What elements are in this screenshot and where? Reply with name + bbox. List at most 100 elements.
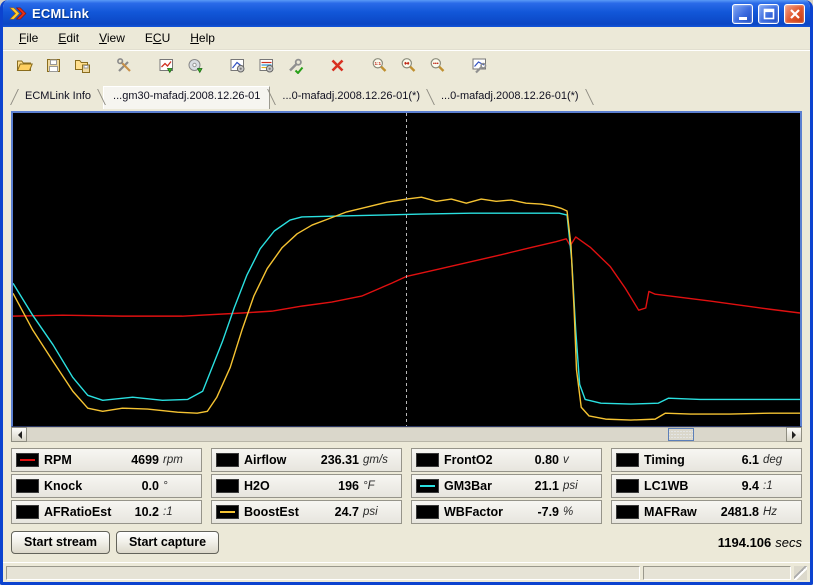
scroll-left-icon bbox=[14, 431, 22, 439]
maximize-button[interactable] bbox=[758, 4, 779, 24]
trace-swatch bbox=[416, 505, 439, 519]
zoom-actual-icon: 1:1 bbox=[371, 57, 388, 74]
apply-changes-button[interactable] bbox=[286, 55, 306, 75]
status-progress-panel bbox=[643, 566, 791, 580]
menu-help[interactable]: Help bbox=[180, 28, 225, 49]
tab-2[interactable]: ...0-mafadj.2008.12.26-01(*) bbox=[273, 86, 429, 107]
trace-swatch bbox=[216, 505, 239, 519]
gauge-unit: Hz bbox=[763, 506, 796, 518]
graph-config-button[interactable] bbox=[228, 55, 248, 75]
toolbar: 1:1 bbox=[3, 50, 810, 79]
minimize-icon bbox=[735, 6, 751, 22]
apply-changes-icon bbox=[287, 57, 304, 74]
gauge-label: FrontO2 bbox=[444, 453, 493, 467]
zoom-fit-button[interactable] bbox=[399, 55, 419, 75]
gauge-rpm[interactable]: RPM4699rpm bbox=[11, 448, 202, 472]
scrollbar-track[interactable] bbox=[27, 427, 786, 442]
menu-edit[interactable]: Edit bbox=[48, 28, 89, 49]
gauge-afratioest[interactable]: AFRatioEst10.2:1 bbox=[11, 500, 202, 524]
gauge-lc1wb[interactable]: LC1WB 9.4 :1 bbox=[611, 474, 802, 498]
gauge-unit: :1 bbox=[763, 480, 796, 492]
gauge-knock[interactable]: Knock0.0° bbox=[11, 474, 202, 498]
gauge-label: LC1WB bbox=[644, 479, 688, 493]
export-graph-icon bbox=[158, 57, 175, 74]
scroll-left-button[interactable] bbox=[11, 427, 27, 442]
display-config-icon bbox=[258, 57, 275, 74]
trace-swatch bbox=[616, 479, 639, 493]
elapsed-time-unit: secs bbox=[775, 535, 802, 550]
zoom-custom-icon bbox=[429, 57, 446, 74]
close-icon bbox=[787, 6, 803, 22]
scrollbar-thumb[interactable] bbox=[668, 428, 694, 441]
close-button[interactable] bbox=[784, 4, 805, 24]
gauge-timing[interactable]: Timing6.1deg bbox=[611, 448, 802, 472]
gauge-value: 10.2 bbox=[135, 505, 159, 519]
trace-swatch bbox=[616, 453, 639, 467]
gauge-value: 196 bbox=[338, 479, 359, 493]
title-bar[interactable]: ECMLink bbox=[3, 0, 810, 27]
trace-swatch bbox=[16, 505, 39, 519]
scroll-right-icon bbox=[792, 431, 800, 439]
window-title: ECMLink bbox=[32, 6, 89, 21]
gauge-value: 24.7 bbox=[335, 505, 359, 519]
open-icon bbox=[16, 57, 33, 74]
gauge-h2o[interactable]: H2O196°F bbox=[211, 474, 402, 498]
elapsed-time: 1194.106secs bbox=[718, 535, 802, 550]
menu-view[interactable]: View bbox=[89, 28, 135, 49]
start-stream-button[interactable]: Start stream bbox=[11, 531, 110, 554]
menu-file[interactable]: File bbox=[9, 28, 48, 49]
minimize-button[interactable] bbox=[732, 4, 753, 24]
chart-horizontal-scrollbar bbox=[11, 427, 802, 442]
gauge-mafraw[interactable]: MAFRaw2481.8Hz bbox=[611, 500, 802, 524]
gauge-gm3bar[interactable]: GM3Bar21.1psi bbox=[411, 474, 602, 498]
trace-swatch bbox=[216, 453, 239, 467]
gauge-value: 0.80 bbox=[535, 453, 559, 467]
zoom-custom-button[interactable] bbox=[428, 55, 448, 75]
start-capture-button[interactable]: Start capture bbox=[116, 531, 219, 554]
display-config-button[interactable] bbox=[257, 55, 277, 75]
delete-button[interactable] bbox=[328, 55, 348, 75]
gauge-value: 9.4 bbox=[742, 479, 759, 493]
graph-tools-button[interactable] bbox=[470, 55, 490, 75]
gauge-value: 236.31 bbox=[321, 453, 359, 467]
status-bar bbox=[3, 562, 810, 582]
gauge-unit: ° bbox=[163, 480, 196, 492]
gauge-unit: deg bbox=[763, 454, 796, 466]
save-log-button[interactable] bbox=[73, 55, 93, 75]
zoom-fit-icon bbox=[400, 57, 417, 74]
status-message-panel bbox=[6, 566, 640, 580]
tab-1-active[interactable]: ...gm30-mafadj.2008.12.26-01 bbox=[103, 86, 270, 109]
gauge-unit: v bbox=[563, 454, 596, 466]
scroll-right-button[interactable] bbox=[786, 427, 802, 442]
export-graph-button[interactable] bbox=[157, 55, 177, 75]
gauge-value: -7.9 bbox=[537, 505, 559, 519]
gauge-boostest[interactable]: BoostEst24.7psi bbox=[211, 500, 402, 524]
gauge-label: WBFactor bbox=[444, 505, 503, 519]
tab-3[interactable]: ...0-mafadj.2008.12.26-01(*) bbox=[432, 86, 588, 107]
trace-swatch bbox=[216, 479, 239, 493]
tab-0[interactable]: ECMLink Info bbox=[16, 86, 100, 107]
save-button[interactable] bbox=[44, 55, 64, 75]
gauge-fronto2[interactable]: FrontO2 0.80 v bbox=[411, 448, 602, 472]
gauge-unit: psi bbox=[563, 480, 596, 492]
open-button[interactable] bbox=[15, 55, 35, 75]
gauge-wbfactor[interactable]: WBFactor-7.9% bbox=[411, 500, 602, 524]
resize-grip[interactable] bbox=[794, 566, 807, 580]
trace-boostest bbox=[13, 197, 800, 420]
maximize-icon bbox=[761, 6, 777, 22]
tools-button[interactable] bbox=[115, 55, 135, 75]
datalog-chart[interactable] bbox=[11, 111, 802, 427]
gauge-airflow[interactable]: Airflow236.31gm/s bbox=[211, 448, 402, 472]
write-cd-button[interactable] bbox=[186, 55, 206, 75]
menu-bar: FileEditViewECUHelp bbox=[3, 27, 810, 50]
zoom-actual-button[interactable]: 1:1 bbox=[370, 55, 390, 75]
elapsed-time-value: 1194.106 bbox=[718, 535, 772, 550]
graph-config-icon bbox=[229, 57, 246, 74]
gauge-label: BoostEst bbox=[244, 505, 299, 519]
gauge-label: MAFRaw bbox=[644, 505, 697, 519]
gauge-label: Knock bbox=[44, 479, 82, 493]
gauge-label: AFRatioEst bbox=[44, 505, 111, 519]
gauge-value: 6.1 bbox=[742, 453, 759, 467]
gauge-table: RPM4699rpmAirflow236.31gm/sFrontO20.80vT… bbox=[11, 448, 802, 524]
menu-ecu[interactable]: ECU bbox=[135, 28, 180, 49]
